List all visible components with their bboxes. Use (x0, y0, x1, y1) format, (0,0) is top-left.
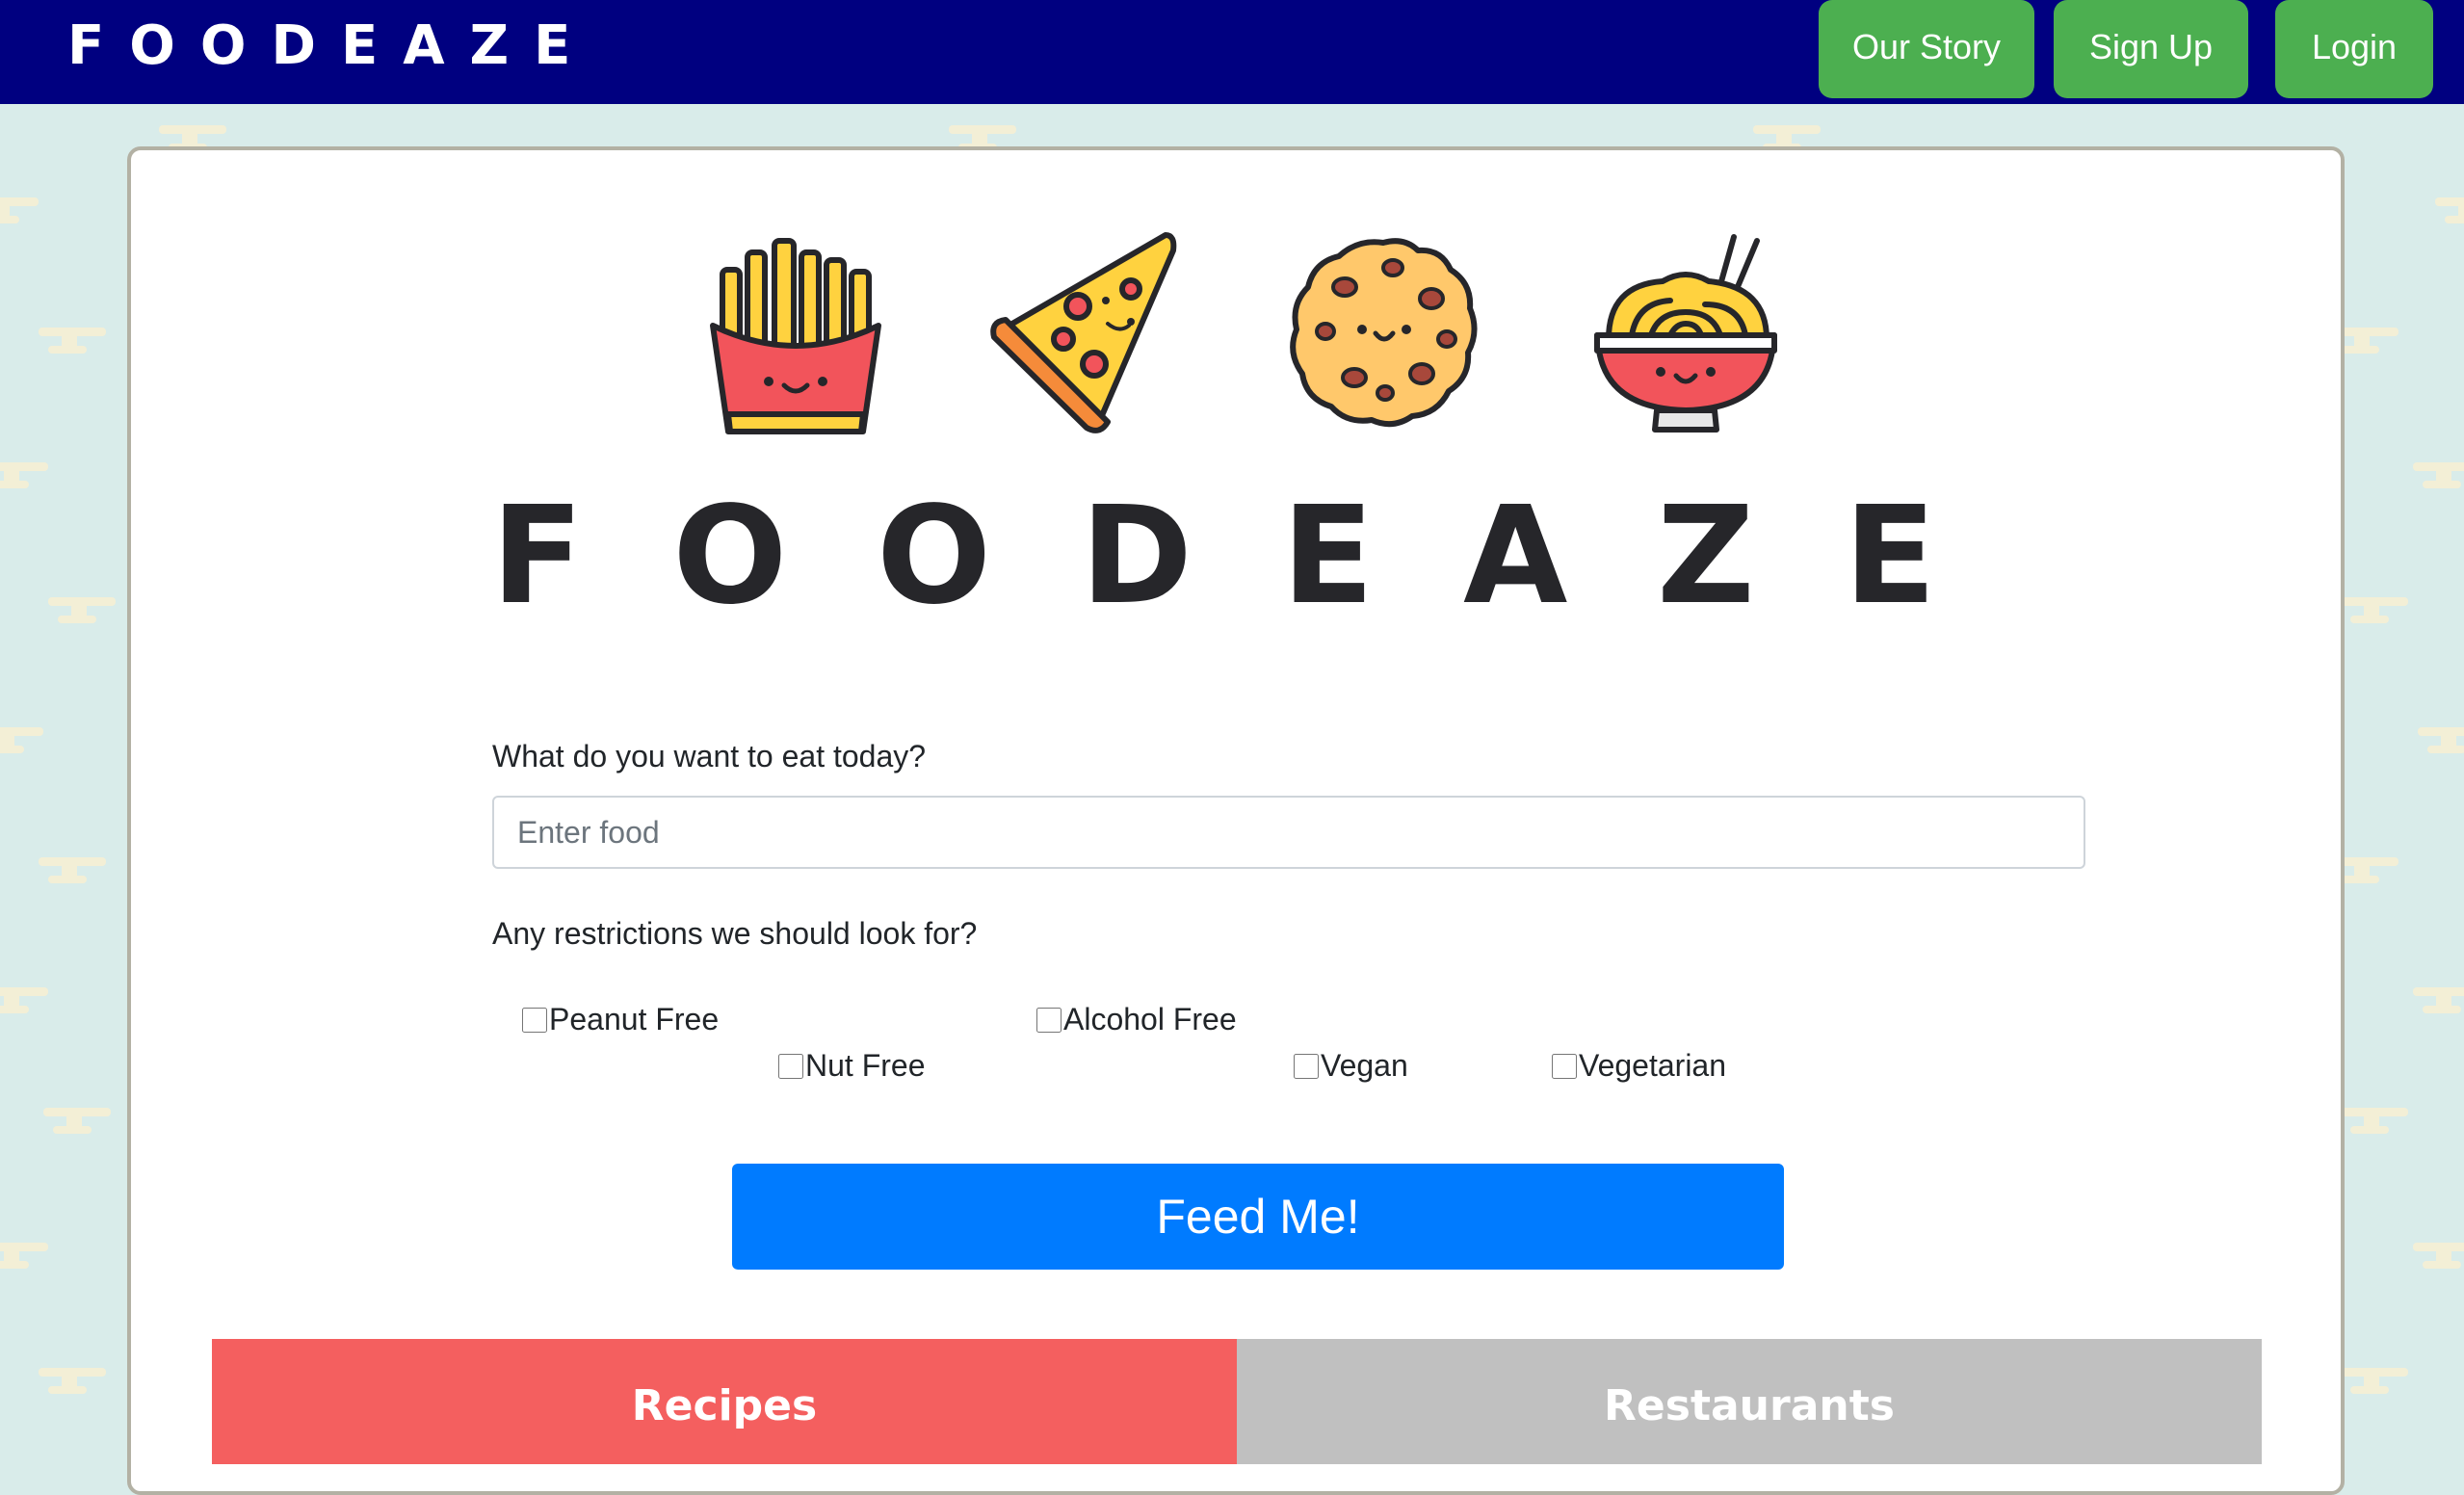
restriction-label: Vegan (1321, 1048, 1408, 1083)
alcohol-free-checkbox[interactable] (1036, 1008, 1062, 1033)
hero-letter: O (672, 478, 788, 635)
restriction-label: Peanut Free (549, 1002, 720, 1036)
hero-letter: O (877, 478, 992, 635)
restriction-vegetarian[interactable]: Vegetarian (1552, 1042, 1793, 1088)
restriction-vegan[interactable]: Vegan (1294, 1042, 1534, 1088)
hero-letter: Z (1657, 478, 1755, 635)
hero-letter: E (1281, 478, 1375, 635)
pizza-icon (990, 232, 1177, 433)
feed-me-button[interactable]: Feed Me! (732, 1164, 1784, 1270)
tab-recipes[interactable]: Recipes (212, 1339, 1237, 1464)
food-question-label: What do you want to eat today? (492, 739, 927, 774)
hero-letter: D (1080, 478, 1193, 635)
restriction-nut-free[interactable]: Nut Free (778, 1042, 1019, 1088)
brand-logo[interactable]: FOODEAZE (67, 13, 595, 79)
restriction-alcohol-free[interactable]: Alcohol Free (1036, 996, 1277, 1042)
top-navbar: FOODEAZE Our Story Sign Up Login (0, 0, 2464, 104)
sign-up-button[interactable]: Sign Up (2054, 0, 2248, 98)
hero-letter: F (491, 478, 584, 635)
restriction-label: Alcohol Free (1063, 1002, 1237, 1036)
our-story-button[interactable]: Our Story (1819, 0, 2034, 98)
fries-icon (710, 238, 881, 434)
restrictions-label: Any restrictions we should look for? (492, 916, 978, 951)
hero-letter: A (1463, 478, 1568, 635)
hero-letter: E (1844, 478, 1936, 635)
peanut-free-checkbox[interactable] (522, 1008, 547, 1033)
noodles-icon (1594, 234, 1777, 433)
nut-free-checkbox[interactable] (778, 1054, 803, 1079)
food-search-input[interactable] (492, 796, 2085, 869)
vegetarian-checkbox[interactable] (1552, 1054, 1577, 1079)
restriction-peanut-free[interactable]: Peanut Free (522, 996, 763, 1042)
vegan-checkbox[interactable] (1294, 1054, 1319, 1079)
hero-logo: F O O D E A Z E (491, 489, 1936, 624)
cookie-icon (1290, 238, 1478, 428)
tab-restaurants[interactable]: Restaurants (1237, 1339, 2262, 1464)
restriction-label: Vegetarian (1579, 1048, 1727, 1083)
login-button[interactable]: Login (2275, 0, 2433, 98)
restriction-label: Nut Free (805, 1048, 926, 1083)
